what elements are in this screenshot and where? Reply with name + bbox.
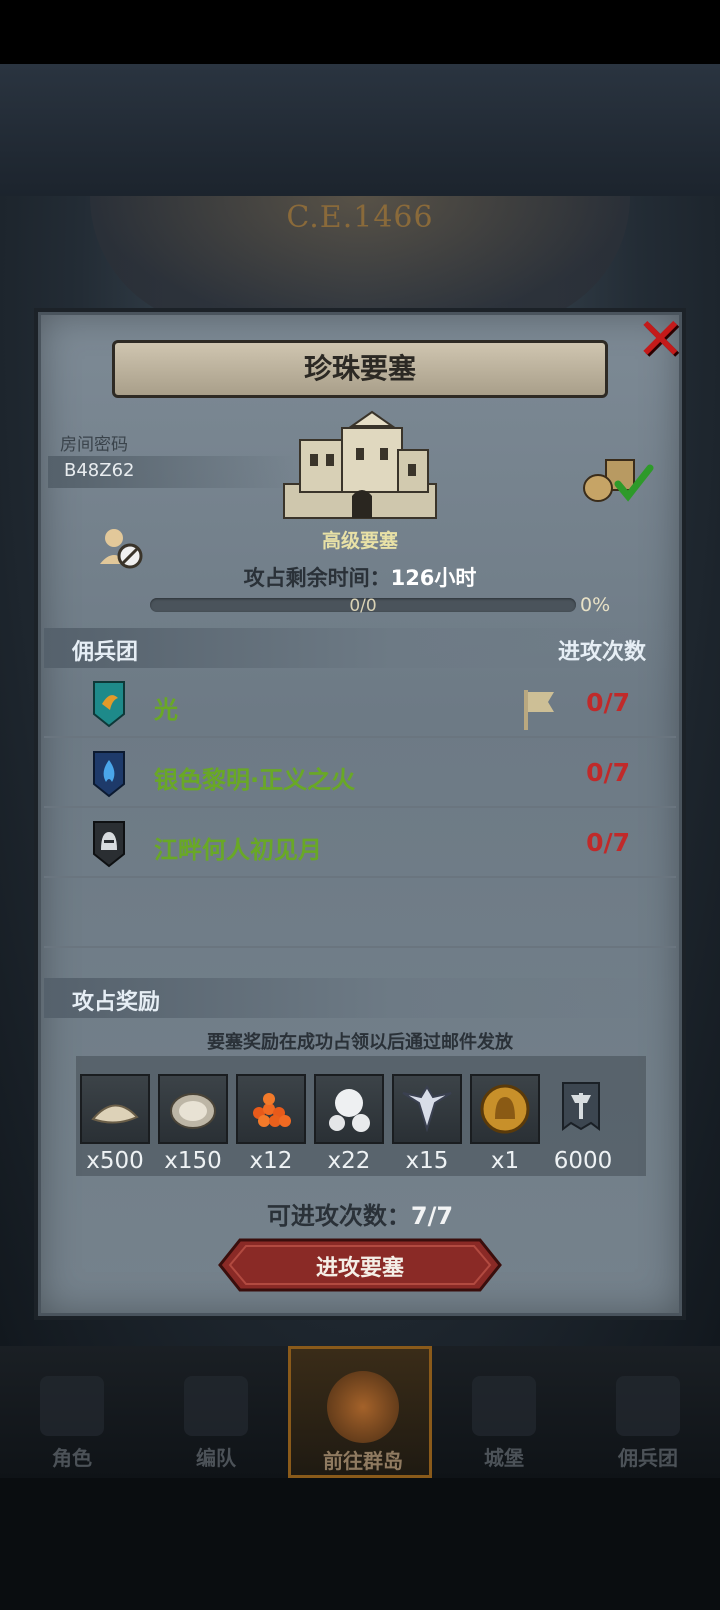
mercenary-header: 佣兵团 进攻次数 bbox=[44, 628, 676, 668]
attack-count-header: 进攻次数 bbox=[557, 640, 646, 665]
attacks-value: 7/7 bbox=[410, 1202, 454, 1230]
loot-bag-check-icon[interactable] bbox=[582, 454, 654, 504]
oyster-shell-icon bbox=[170, 1093, 216, 1129]
rewards-header-label: 攻占奖励 bbox=[72, 990, 161, 1015]
nav-label: 佣兵团 bbox=[618, 1446, 678, 1470]
mercenary-row[interactable]: 江畔何人初见月 0/7 bbox=[44, 810, 676, 878]
nav-item-formation[interactable]: 编队 bbox=[144, 1346, 288, 1478]
reward-item[interactable] bbox=[548, 1074, 618, 1144]
mercenary-name: 光 bbox=[154, 696, 178, 724]
reward-qty: x500 bbox=[86, 1148, 144, 1174]
nav-label: 角色 bbox=[52, 1446, 92, 1470]
salt-pile-icon bbox=[91, 1104, 139, 1124]
available-attacks: 可进攻次数：7/7 bbox=[0, 1196, 720, 1231]
progress-text: 0/0 bbox=[349, 596, 377, 616]
close-icon[interactable]: ✕ bbox=[636, 310, 685, 368]
gold-helmet-coin-icon bbox=[480, 1084, 530, 1134]
reward-qty: x15 bbox=[405, 1148, 449, 1174]
mercenary-icon bbox=[616, 1376, 680, 1436]
nav-item-castle[interactable]: 城堡 bbox=[432, 1346, 576, 1478]
globe-icon bbox=[327, 1371, 399, 1443]
attack-button-label: 进攻要塞 bbox=[315, 1256, 404, 1281]
fortress-icon bbox=[283, 410, 437, 519]
dialog-title: 珍珠要塞 bbox=[112, 340, 608, 398]
timer-label: 攻占剩余时间： bbox=[243, 566, 391, 590]
fish-roe-icon bbox=[253, 1093, 291, 1127]
progress-percent: 0% bbox=[580, 594, 611, 616]
reward-qty: x150 bbox=[164, 1148, 222, 1174]
footer-area bbox=[0, 1478, 720, 1610]
rewards-header: 攻占奖励 bbox=[44, 978, 676, 1018]
mercenary-row[interactable]: 银色黎明·正义之火 0/7 bbox=[44, 740, 676, 808]
room-label: 房间密码 bbox=[60, 435, 128, 455]
rewards-note: 要塞奖励在成功占领以后通过邮件发放 bbox=[207, 1032, 513, 1053]
reward-item[interactable] bbox=[314, 1074, 384, 1144]
reward-qty: 6000 bbox=[553, 1148, 613, 1174]
attacks-label: 可进攻次数： bbox=[266, 1202, 411, 1230]
reward-qty: x12 bbox=[249, 1148, 293, 1174]
winged-emblem-icon bbox=[402, 1085, 452, 1133]
capture-timer: 攻占剩余时间：126小时 bbox=[0, 562, 720, 592]
mercenary-row[interactable]: 光 0/7 bbox=[44, 670, 676, 738]
status-bar bbox=[0, 0, 720, 64]
reward-qty: x22 bbox=[327, 1148, 371, 1174]
era-label: C.E.1466 bbox=[286, 200, 434, 235]
attack-fortress-button[interactable]: 进攻要塞 bbox=[218, 1238, 502, 1292]
reward-item[interactable] bbox=[236, 1074, 306, 1144]
formation-icon bbox=[184, 1376, 248, 1436]
attack-count: 0/7 bbox=[586, 828, 630, 857]
blue-flame-shield-icon bbox=[93, 751, 125, 798]
mercenary-header-label: 佣兵团 bbox=[72, 640, 139, 665]
reward-item[interactable] bbox=[470, 1074, 540, 1144]
nav-item-mercenary[interactable]: 佣兵团 bbox=[576, 1346, 720, 1478]
nav-label: 前往群岛 bbox=[323, 1449, 403, 1473]
room-code-field[interactable]: B48Z62 bbox=[48, 456, 296, 488]
background-band bbox=[0, 64, 720, 196]
reward-item[interactable] bbox=[80, 1074, 150, 1144]
nav-label: 编队 bbox=[196, 1446, 236, 1470]
reward-item[interactable] bbox=[158, 1074, 228, 1144]
character-icon bbox=[40, 1376, 104, 1436]
teal-bird-shield-icon bbox=[93, 681, 125, 728]
timer-value: 126小时 bbox=[390, 566, 477, 590]
reward-qty: x1 bbox=[490, 1148, 520, 1174]
pearl-icon bbox=[329, 1089, 370, 1132]
nav-label: 城堡 bbox=[484, 1446, 524, 1470]
castle-icon bbox=[472, 1376, 536, 1436]
attack-count: 0/7 bbox=[586, 688, 630, 717]
banner-icon bbox=[562, 1082, 600, 1131]
room-code: B48Z62 bbox=[64, 460, 135, 481]
reward-item[interactable] bbox=[392, 1074, 462, 1144]
attack-count: 0/7 bbox=[586, 758, 630, 787]
empty-row bbox=[44, 880, 676, 948]
knight-helm-shield-icon bbox=[93, 821, 125, 868]
nav-item-character[interactable]: 角色 bbox=[0, 1346, 144, 1478]
flag-icon bbox=[524, 690, 554, 730]
nav-item-islands[interactable]: 前往群岛 bbox=[288, 1346, 432, 1478]
mercenary-name: 银色黎明·正义之火 bbox=[154, 766, 356, 794]
mercenary-name: 江畔何人初见月 bbox=[154, 836, 322, 864]
